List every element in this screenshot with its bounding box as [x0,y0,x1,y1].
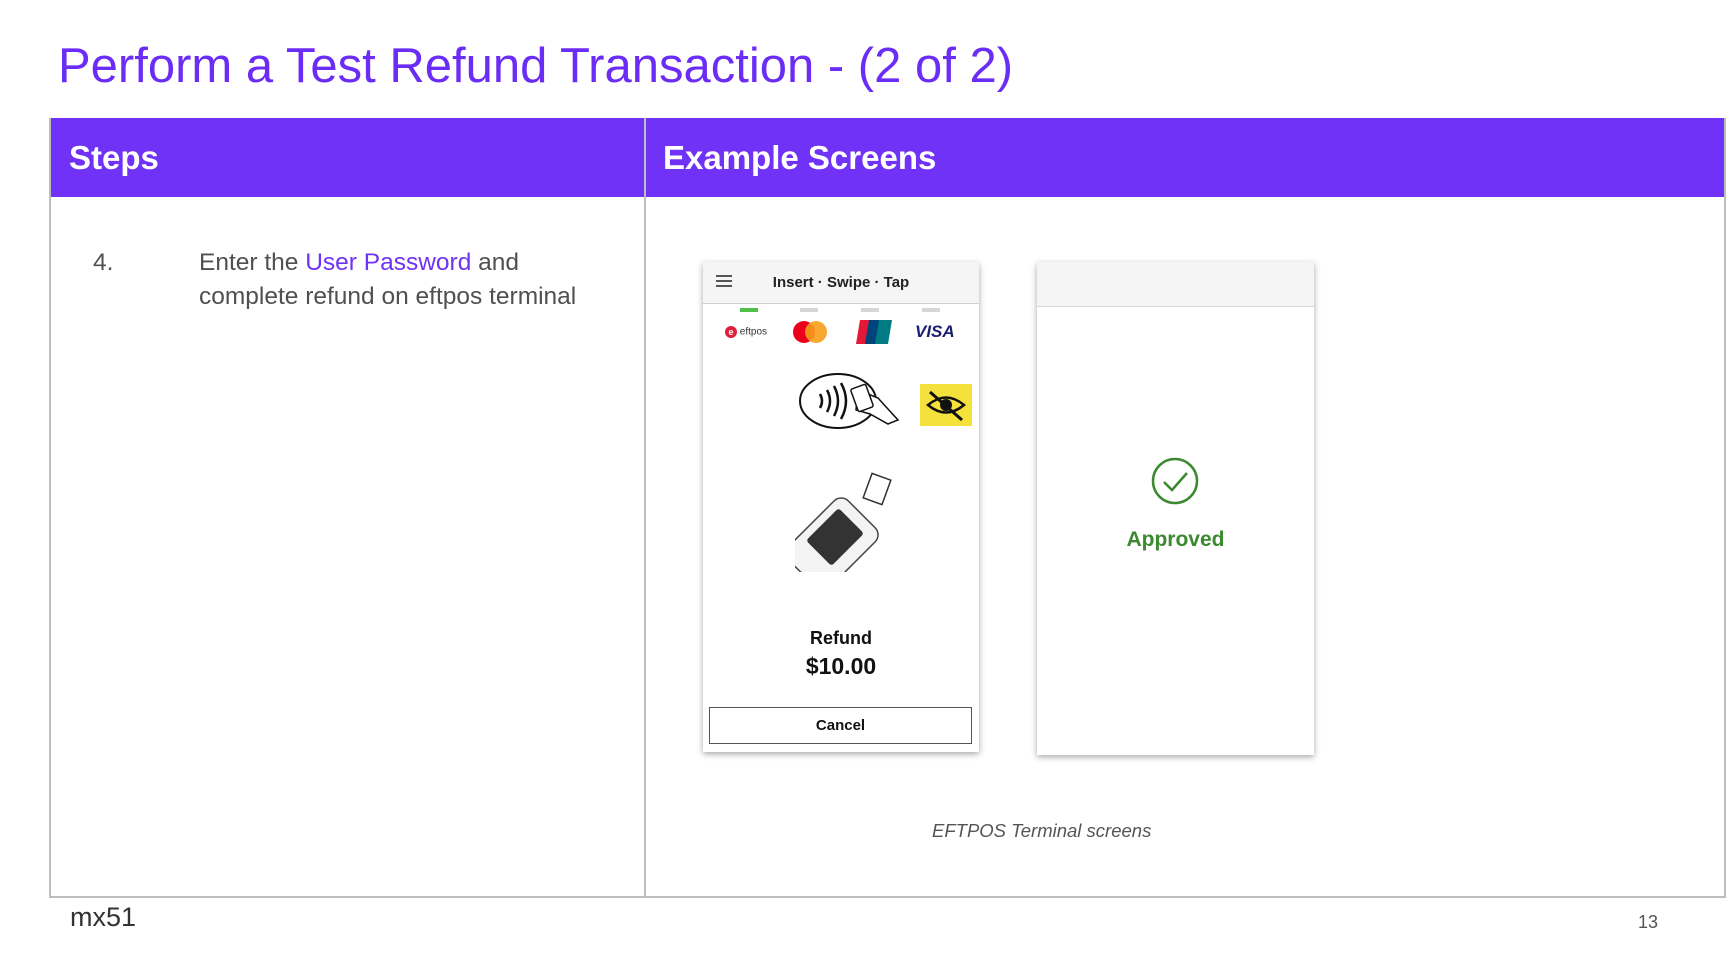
terminal-screen-approved: Approved [1037,262,1314,755]
terminal-header [1037,262,1314,307]
check-circle-icon [1151,457,1199,505]
card-indicator [922,308,940,312]
approved-status: Approved [1126,528,1225,551]
visa-logo: VISA [915,322,955,341]
refund-amount: $10.00 [805,653,877,679]
card-indicator [861,308,879,312]
step-text-before: Enter the [199,249,306,276]
table-header: Steps Example Screens [51,118,1724,197]
column-divider [644,118,646,896]
mastercard-logo-icon [793,321,827,343]
user-password-highlight: User Password [305,249,472,276]
accessibility-eye-icon [920,384,972,426]
card-indicator-active [740,308,758,312]
transaction-type-label: Refund [810,628,872,648]
terminal-header-title: Insert · Swipe · Tap [772,274,910,291]
unionpay-logo-icon [856,320,892,344]
slide-title: Perform a Test Refund Transaction - (2 o… [58,39,1014,93]
cancel-button[interactable]: Cancel [709,707,972,744]
page-number: 13 [1638,912,1659,932]
terminal-header: Insert · Swipe · Tap [703,262,979,304]
card-indicator [800,308,818,312]
contactless-tap-icon [799,373,900,429]
step-number: 4. [93,249,114,276]
terminal-screen-payment: Insert · Swipe · Tap e eftpos VISA Refun… [703,262,979,752]
eftpos-logo-text: eftpos [739,326,768,338]
eftpos-logo: e eftpos [725,326,767,338]
mx51-logo: mx51 [70,902,137,932]
payment-terminal-icon [795,472,892,572]
screens-caption: EFTPOS Terminal screens [932,820,1152,841]
steps-header: Steps [69,139,159,176]
step-text: Enter the User Password and complete ref… [199,246,619,314]
example-screens-header: Example Screens [663,139,937,176]
